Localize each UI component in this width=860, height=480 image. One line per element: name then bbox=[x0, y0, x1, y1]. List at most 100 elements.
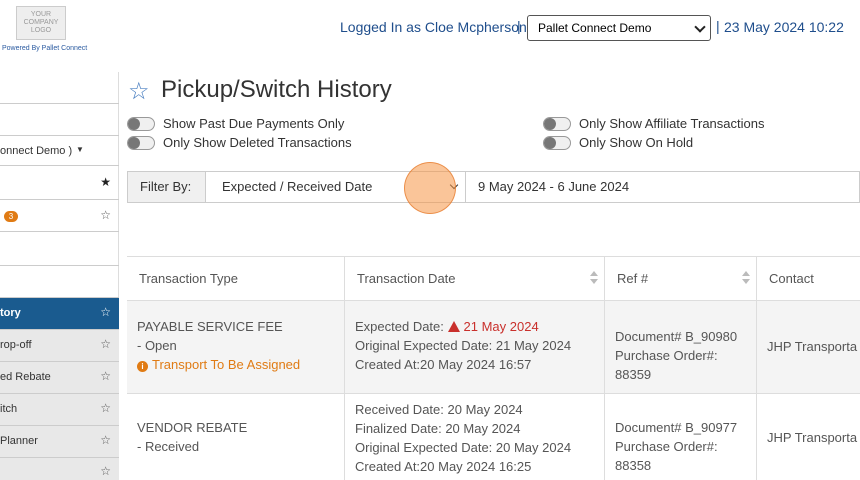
sidebar-item-planner[interactable]: Planner ☆ bbox=[0, 426, 119, 458]
original-expected-date: Original Expected Date: 21 May 2024 bbox=[355, 338, 572, 353]
transactions-table: Transaction Type Transaction Date Ref # … bbox=[127, 256, 860, 480]
column-header-contact[interactable]: Contact bbox=[757, 257, 860, 301]
finalized-date: Finalized Date: 20 May 2024 bbox=[355, 421, 521, 436]
sidebar-company-dropdown[interactable]: onnect Demo ) ▼ bbox=[0, 136, 119, 166]
toggle-label: Only Show Affiliate Transactions bbox=[579, 116, 765, 131]
sidebar-item-switch[interactable]: itch ☆ bbox=[0, 394, 119, 426]
filter-bar: Filter By: Expected / Received Date 9 Ma… bbox=[127, 171, 860, 203]
toggle-switch[interactable] bbox=[127, 136, 155, 150]
sidebar-notifications[interactable]: 3 ☆ bbox=[0, 200, 119, 232]
transaction-type: VENDOR REBATE bbox=[137, 420, 248, 435]
transport-note[interactable]: i Transport To Be Assigned bbox=[137, 355, 334, 374]
original-expected-date: Original Expected Date: 20 May 2024 bbox=[355, 440, 572, 455]
transaction-status: - Open bbox=[137, 338, 177, 353]
transaction-type: PAYABLE SERVICE FEE bbox=[137, 319, 283, 334]
expected-date-value: 21 May 2024 bbox=[463, 319, 539, 334]
toggle-deleted[interactable]: Only Show Deleted Transactions bbox=[127, 135, 427, 153]
document-number[interactable]: Document# B_90980 bbox=[615, 327, 746, 346]
sidebar-item-label: Planner bbox=[0, 435, 38, 447]
contact-name: JHP Transporta bbox=[767, 430, 858, 445]
sidebar-company-label: onnect Demo ) bbox=[0, 145, 73, 157]
sidebar-item-label: rop-off bbox=[0, 339, 32, 351]
table-cell-contact[interactable]: JHP Transporta bbox=[757, 394, 860, 480]
purchase-order-label: Purchase Order#: bbox=[615, 439, 718, 454]
toggle-switch[interactable] bbox=[543, 136, 571, 150]
company-select-value: Pallet Connect Demo bbox=[538, 21, 652, 35]
sidebar-favorites[interactable]: ★ bbox=[0, 166, 119, 200]
purchase-order-number: 88358 bbox=[615, 458, 652, 473]
filter-type-value: Expected / Received Date bbox=[222, 179, 373, 194]
sidebar-blank-3 bbox=[0, 232, 119, 266]
star-outline-icon[interactable]: ☆ bbox=[100, 433, 111, 447]
column-header-label: Ref # bbox=[617, 271, 649, 286]
purchase-order-number: 88359 bbox=[615, 367, 652, 382]
table-cell-type[interactable]: VENDOR REBATE - Received bbox=[127, 394, 345, 480]
toggle-on-hold[interactable]: Only Show On Hold bbox=[543, 135, 843, 153]
sidebar-item-label: tory bbox=[0, 307, 21, 319]
warning-icon bbox=[447, 321, 460, 332]
sidebar-item-history[interactable]: tory ☆ bbox=[0, 298, 119, 330]
column-header-ref[interactable]: Ref # bbox=[605, 257, 757, 301]
sidebar-item-more[interactable]: ☆ bbox=[0, 458, 119, 480]
star-outline-icon[interactable]: ☆ bbox=[100, 369, 111, 383]
expected-date-line: Expected Date: 21 May 2024 bbox=[355, 317, 594, 336]
table-cell-contact[interactable]: JHP Transporta bbox=[757, 301, 860, 394]
info-icon: i bbox=[137, 361, 148, 372]
date-range-input[interactable]: 9 May 2024 - 6 June 2024 bbox=[478, 179, 629, 194]
column-header-transaction-type[interactable]: Transaction Type bbox=[127, 257, 345, 301]
logged-in-user: Logged In as Cloe Mcpherson bbox=[340, 19, 527, 35]
toggle-label: Only Show Deleted Transactions bbox=[163, 135, 352, 150]
click-indicator bbox=[404, 162, 456, 214]
sidebar-blank-1 bbox=[0, 72, 119, 104]
sort-icon[interactable] bbox=[742, 271, 750, 287]
sidebar-item-rebate[interactable]: ed Rebate ☆ bbox=[0, 362, 119, 394]
column-header-label: Contact bbox=[769, 271, 814, 286]
table-cell-date: Received Date: 20 May 2024 Finalized Dat… bbox=[345, 394, 605, 480]
received-date: Received Date: 20 May 2024 bbox=[355, 402, 523, 417]
sidebar-item-label: ed Rebate bbox=[0, 371, 51, 383]
expected-date-label: Expected Date: bbox=[355, 319, 444, 334]
star-outline-icon[interactable]: ☆ bbox=[100, 337, 111, 351]
sort-icon[interactable] bbox=[590, 271, 598, 287]
star-outline-icon[interactable]: ☆ bbox=[100, 464, 111, 478]
document-number[interactable]: Document# B_90977 bbox=[615, 418, 746, 437]
sidebar-blank-4 bbox=[0, 266, 119, 298]
header-datetime: 23 May 2024 10:22 bbox=[724, 19, 844, 35]
star-outline-icon[interactable]: ☆ bbox=[100, 401, 111, 415]
notification-badge: 3 bbox=[4, 211, 18, 222]
column-header-transaction-date[interactable]: Transaction Date bbox=[345, 257, 605, 301]
transaction-status: - Received bbox=[137, 439, 200, 454]
sidebar-blank-2 bbox=[0, 104, 119, 136]
star-outline-icon[interactable]: ☆ bbox=[100, 208, 111, 222]
chevron-down-icon bbox=[694, 21, 706, 33]
toggle-affiliate[interactable]: Only Show Affiliate Transactions bbox=[543, 116, 843, 134]
table-cell-ref: Document# B_90980 Purchase Order#: 88359 bbox=[605, 301, 757, 394]
purchase-order-label: Purchase Order#: bbox=[615, 348, 718, 363]
company-select[interactable]: Pallet Connect Demo bbox=[527, 15, 711, 41]
toggle-past-due[interactable]: Show Past Due Payments Only bbox=[127, 116, 427, 134]
star-filled-icon[interactable]: ★ bbox=[100, 175, 111, 189]
company-logo[interactable]: YOUR COMPANY LOGO bbox=[16, 6, 66, 40]
sidebar-item-label: itch bbox=[0, 403, 18, 415]
caret-down-icon: ▼ bbox=[76, 145, 84, 154]
column-header-label: Transaction Type bbox=[139, 271, 238, 286]
toggle-switch[interactable] bbox=[543, 117, 571, 131]
toggle-switch[interactable] bbox=[127, 117, 155, 131]
filter-by-label: Filter By: bbox=[128, 172, 206, 202]
sidebar: onnect Demo ) ▼ ★ 3 ☆ tory ☆ rop-off ☆ e… bbox=[0, 72, 119, 480]
top-header: YOUR COMPANY LOGO Powered By Pallet Conn… bbox=[0, 0, 860, 60]
toggle-label: Show Past Due Payments Only bbox=[163, 116, 345, 131]
table-cell-date: Expected Date: 21 May 2024 Original Expe… bbox=[345, 301, 605, 394]
table-cell-type[interactable]: PAYABLE SERVICE FEE - Open i Transport To… bbox=[127, 301, 345, 394]
sidebar-item-drop-off[interactable]: rop-off ☆ bbox=[0, 330, 119, 362]
column-header-label: Transaction Date bbox=[357, 271, 456, 286]
created-at: Created At:20 May 2024 16:57 bbox=[355, 357, 532, 372]
main-content: ☆ Pickup/Switch History Show Past Due Pa… bbox=[119, 72, 860, 480]
created-at: Created At:20 May 2024 16:25 bbox=[355, 459, 532, 474]
star-outline-icon[interactable]: ☆ bbox=[128, 77, 150, 106]
powered-by-text: Powered By Pallet Connect bbox=[2, 45, 88, 52]
table-cell-ref: Document# B_90977 Purchase Order#: 88358 bbox=[605, 394, 757, 480]
transport-note-text: Transport To Be Assigned bbox=[152, 357, 301, 372]
star-outline-icon[interactable]: ☆ bbox=[100, 305, 111, 319]
contact-name: JHP Transporta bbox=[767, 339, 858, 354]
